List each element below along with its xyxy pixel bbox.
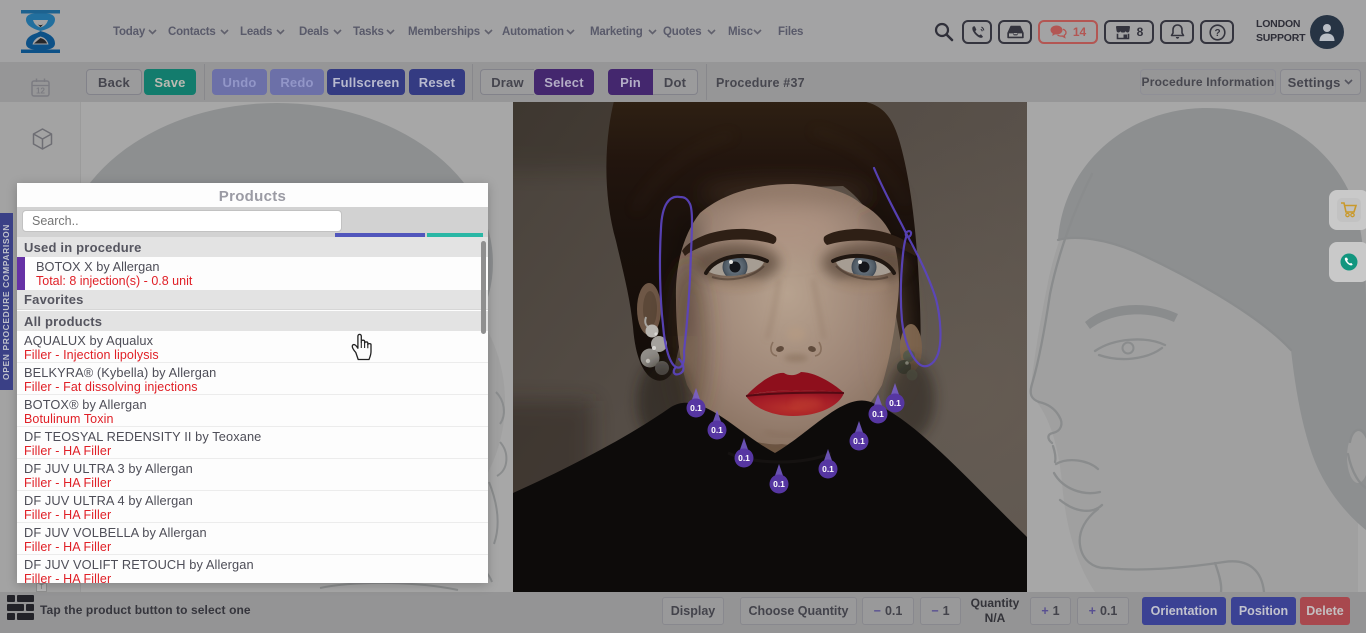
svg-text:0.1: 0.1 bbox=[822, 464, 834, 474]
svg-text:0.1: 0.1 bbox=[853, 436, 865, 446]
svg-text:0.1: 0.1 bbox=[690, 403, 702, 413]
svg-text:0.1: 0.1 bbox=[872, 409, 884, 419]
svg-text:0.1: 0.1 bbox=[889, 398, 901, 408]
svg-text:0.1: 0.1 bbox=[711, 425, 723, 435]
svg-text:12: 12 bbox=[36, 87, 45, 96]
svg-text:0.1: 0.1 bbox=[773, 479, 785, 489]
svg-text:0.1: 0.1 bbox=[738, 453, 750, 463]
